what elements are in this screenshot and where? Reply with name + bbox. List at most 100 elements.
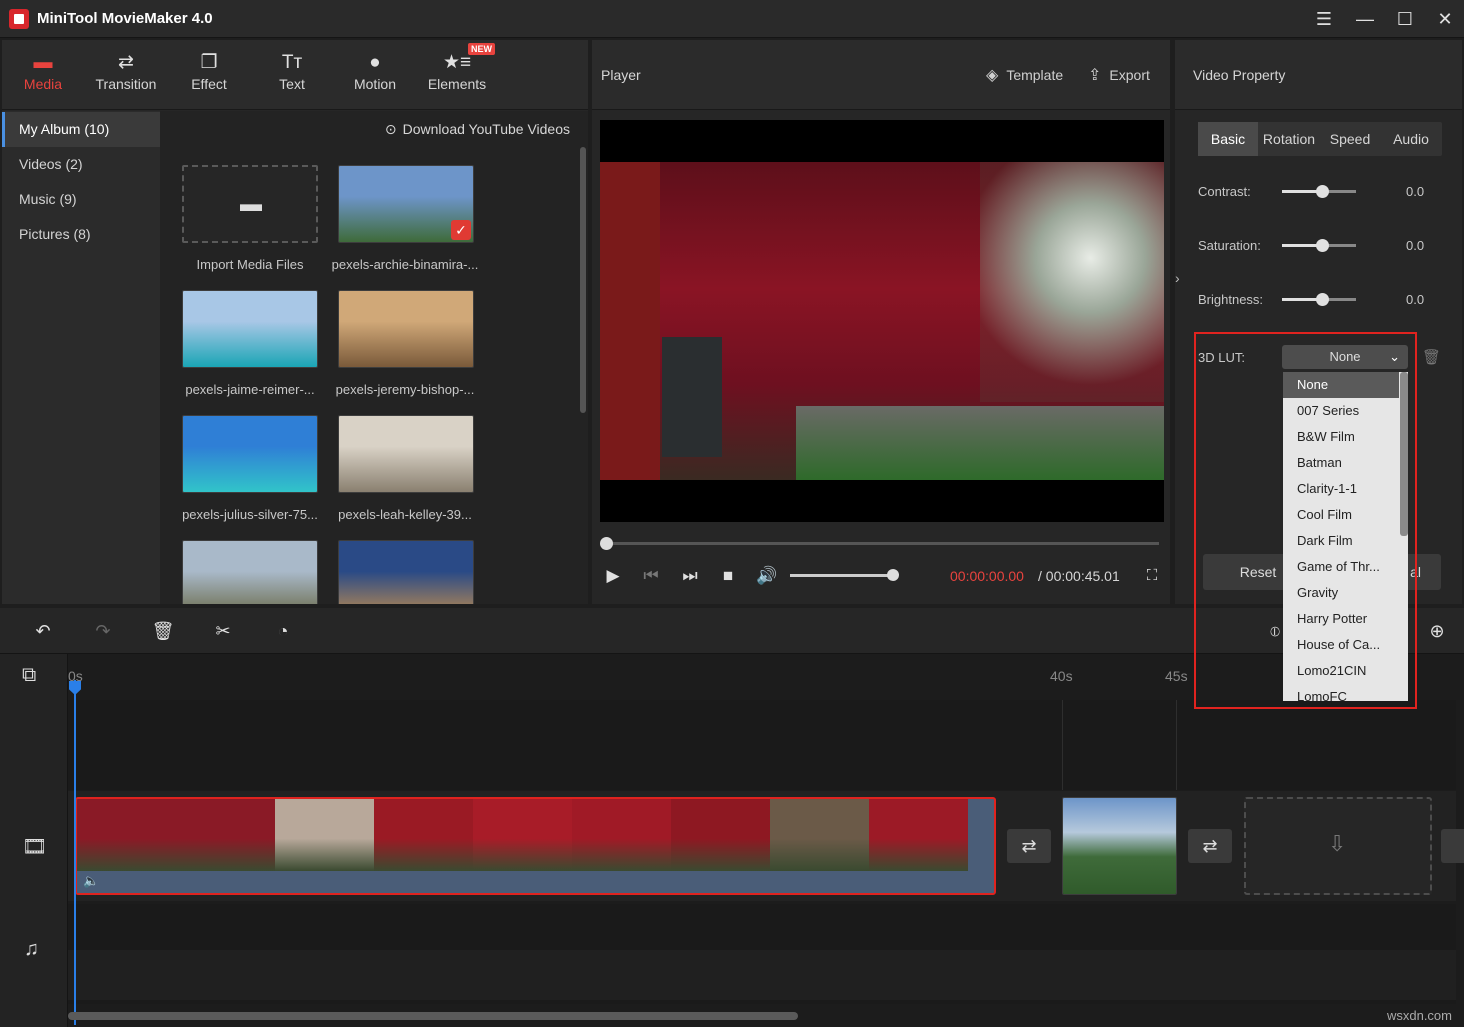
playhead-line[interactable] — [74, 680, 76, 1025]
media-thumb[interactable]: ✓ — [338, 165, 474, 243]
album-item-music[interactable]: Music (9) — [2, 182, 160, 217]
collapse-chevron-icon[interactable]: › — [1175, 270, 1185, 300]
album-item-videos[interactable]: Videos (2) — [2, 147, 160, 182]
speed-icon[interactable]: ◔ — [270, 618, 296, 644]
tab-media[interactable]: ▬ Media — [2, 50, 84, 104]
tab-speed[interactable]: Speed — [1320, 122, 1380, 156]
close-button[interactable]: ✕ — [1430, 4, 1460, 34]
export-label: Export — [1109, 67, 1149, 83]
transition-button[interactable] — [1441, 829, 1464, 863]
volume-knob[interactable] — [887, 569, 899, 581]
media-caption: pexels-jaime-reimer-... — [175, 382, 325, 397]
tab-transition[interactable]: ⇄ Transition — [85, 50, 167, 104]
trash-icon[interactable]: 🗑 — [1422, 348, 1441, 366]
media-thumb[interactable] — [338, 415, 474, 493]
contrast-value: 0.0 — [1406, 184, 1424, 199]
media-thumb[interactable] — [182, 540, 318, 604]
volume-icon[interactable]: 🔊 — [754, 563, 780, 589]
media-caption: pexels-archie-binamira-... — [330, 257, 480, 272]
add-track-icon[interactable]: ⧉ — [22, 664, 36, 687]
drop-media-placeholder[interactable]: ⇩ — [1244, 797, 1432, 895]
import-media-button[interactable]: ▬ — [182, 165, 318, 243]
clip-frame — [770, 799, 869, 871]
clip-frame — [176, 799, 275, 871]
stop-icon[interactable]: ■ — [715, 563, 741, 589]
clip-frame — [572, 799, 671, 871]
tab-media-label: Media — [24, 76, 62, 92]
clip-frame — [869, 799, 968, 871]
transition-button[interactable]: ⇄ — [1188, 829, 1232, 863]
property-header: Video Property — [1175, 40, 1462, 110]
brightness-knob[interactable] — [1316, 293, 1329, 306]
media-grid-scrollbar[interactable] — [580, 147, 586, 413]
annotation-highlight-box — [1194, 332, 1417, 709]
template-label: Template — [1006, 67, 1063, 83]
clip-frame — [374, 799, 473, 871]
timeline-gutter: ⧉ 🎞 ♫ — [0, 654, 68, 1027]
video-clip-selected[interactable]: 🔈 — [75, 797, 996, 895]
clip-thumbnail — [1063, 798, 1177, 895]
video-clip[interactable] — [1062, 797, 1177, 895]
progress-knob[interactable] — [600, 537, 613, 550]
new-badge: NEW — [468, 43, 495, 55]
media-thumb[interactable] — [182, 290, 318, 368]
fullscreen-icon[interactable]: ⛶ — [1139, 563, 1165, 589]
next-frame-icon[interactable]: ⏭ — [677, 563, 703, 589]
previous-frame-icon[interactable]: ⏮ — [638, 563, 664, 589]
play-icon[interactable]: ▶ — [600, 563, 626, 589]
delete-icon[interactable]: 🗑 — [150, 618, 176, 644]
tab-rotation[interactable]: Rotation — [1258, 122, 1320, 156]
contrast-knob[interactable] — [1316, 185, 1329, 198]
volume-slider[interactable] — [790, 574, 894, 577]
saturation-label: Saturation: — [1198, 238, 1261, 253]
contrast-label: Contrast: — [1198, 184, 1251, 199]
transition-icon: ⇄ — [85, 50, 167, 76]
media-thumb[interactable] — [338, 290, 474, 368]
blossom-tree — [980, 162, 1164, 402]
tab-audio[interactable]: Audio — [1380, 122, 1442, 156]
property-tabs: Basic Rotation Speed Audio — [1198, 122, 1442, 156]
minimize-button[interactable]: — — [1350, 4, 1380, 34]
music-track-icon: ♫ — [24, 938, 39, 961]
player-title: Player — [601, 67, 641, 83]
template-button[interactable]: ◈Template — [986, 65, 1063, 85]
download-icon: ⇩ — [1328, 831, 1346, 857]
tab-basic[interactable]: Basic — [1198, 122, 1258, 156]
transition-button[interactable]: ⇄ — [1007, 829, 1051, 863]
download-youtube-label: Download YouTube Videos — [403, 121, 570, 137]
track-divider — [1062, 700, 1063, 790]
music-track-lane — [68, 950, 1456, 1000]
album-item-pictures[interactable]: Pictures (8) — [2, 217, 160, 252]
saturation-knob[interactable] — [1316, 239, 1329, 252]
tab-effect[interactable]: ❐ Effect — [168, 50, 250, 104]
clip-frame — [77, 799, 176, 871]
volume-icon[interactable]: 🔈 — [83, 873, 99, 889]
lantern — [662, 337, 722, 457]
tab-transition-label: Transition — [96, 76, 157, 92]
motion-icon: ● — [334, 50, 416, 76]
tab-motion[interactable]: ● Motion — [334, 50, 416, 104]
menu-icon[interactable]: ☰ — [1309, 4, 1339, 34]
media-toolbar: ▬ Media ⇄ Transition ❐ Effect Tт Text ● … — [2, 40, 588, 110]
tab-elements[interactable]: ★≡ Elements — [416, 50, 498, 104]
timeline-scrollbar[interactable] — [68, 1012, 798, 1020]
export-button[interactable]: ⇪Export — [1088, 65, 1150, 85]
maximize-button[interactable]: ☐ — [1390, 4, 1420, 34]
video-preview[interactable] — [600, 120, 1164, 522]
redo-icon[interactable]: ↷ — [90, 618, 116, 644]
tab-text[interactable]: Tт Text — [251, 50, 333, 104]
player-panel: Player ◈Template ⇪Export ▶ ⏮ ⏭ ■ 🔊 00:00… — [592, 40, 1170, 604]
media-panel: ▬ Media ⇄ Transition ❐ Effect Tт Text ● … — [2, 40, 588, 604]
track-divider — [1176, 700, 1177, 790]
text-icon: Tт — [251, 50, 333, 76]
zoom-in-icon[interactable]: ⊕ — [1424, 618, 1450, 644]
clip-frame — [275, 799, 374, 871]
cut-icon[interactable]: ✂ — [210, 618, 236, 644]
media-thumb[interactable] — [182, 415, 318, 493]
undo-icon[interactable]: ↶ — [30, 618, 56, 644]
album-item-my-album[interactable]: My Album (10) — [2, 112, 160, 147]
tab-motion-label: Motion — [354, 76, 396, 92]
progress-track[interactable] — [604, 542, 1159, 545]
media-thumb[interactable] — [338, 540, 474, 604]
download-youtube-link[interactable]: ⊙Download YouTube Videos — [385, 121, 570, 138]
